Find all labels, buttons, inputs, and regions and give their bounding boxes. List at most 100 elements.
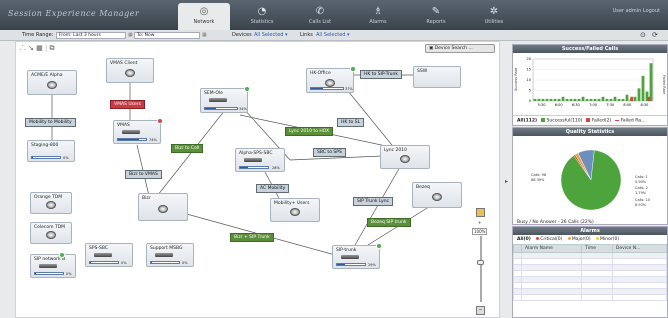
- device-node[interactable]: Celecom TDM: [30, 222, 72, 244]
- x-tick-label: 5:30: [538, 103, 546, 107]
- device-label: Staging-800: [31, 143, 59, 148]
- y2-axis-label: Failed Rate: [662, 75, 666, 94]
- load-bar: [31, 156, 61, 159]
- device-label: VMAS Client: [110, 61, 138, 66]
- link-label[interactable]: HK to SL: [337, 118, 365, 127]
- device-icon: [432, 193, 442, 201]
- bar-failed: [647, 96, 651, 101]
- pie-label: 1.79%: [635, 191, 647, 195]
- device-node[interactable]: SIP-trunk 29%: [332, 243, 382, 269]
- pie-label: 88.39%: [531, 178, 545, 182]
- status-badge: [244, 86, 250, 92]
- device-icon: [400, 155, 410, 163]
- alarm-filter-all[interactable]: All(0): [517, 237, 531, 242]
- link-label[interactable]: VMAS Users: [110, 100, 145, 109]
- device-label: Celecom TDM: [34, 225, 66, 230]
- column-header[interactable]: Alarm Name: [521, 244, 582, 253]
- device-node[interactable]: HK-Office 37%: [306, 66, 356, 93]
- link-label[interactable]: Bizr + SIP Trunk: [230, 233, 274, 242]
- zoom-fit-icon[interactable]: [476, 208, 485, 217]
- switch-icon: [155, 253, 173, 257]
- load-pct: 37%: [345, 87, 353, 91]
- device-label: SPS-SBC: [89, 246, 109, 251]
- switch-icon: [39, 264, 57, 268]
- device-node[interactable]: Support MSBG 0%: [146, 243, 194, 267]
- device-node[interactable]: Staging-800 0%: [27, 140, 75, 162]
- link-label[interactable]: Bezeq SIP trunk: [367, 218, 411, 227]
- device-node[interactable]: Orange TDM: [30, 192, 72, 214]
- link-label[interactable]: Bizr to VMAS: [125, 170, 162, 179]
- pie-label: Calls: 1: [635, 175, 648, 179]
- table-row: [513, 294, 668, 301]
- device-label: Alpha-SPS-SBC: [239, 151, 273, 156]
- link-label[interactable]: Mobility to Mobility: [25, 118, 76, 127]
- zoom-level: 100%: [472, 228, 488, 235]
- zoom-slider-handle[interactable]: [477, 260, 484, 265]
- major-dot: [567, 237, 571, 240]
- device-node[interactable]: VMAS 74%: [113, 118, 163, 144]
- device-label: SIP-trunk: [336, 248, 357, 253]
- zoom-slider-track[interactable]: [480, 236, 482, 302]
- load-pct: 34%: [239, 107, 247, 111]
- link-label[interactable]: SBC to SPS: [313, 148, 346, 157]
- device-node[interactable]: VMAS Client: [106, 58, 154, 83]
- load-bar: [150, 261, 180, 264]
- success-failed-chart: Success Rate Failed Rate 0 5 10 15 20 5:30 6:0…: [514, 57, 666, 107]
- bar-successful: [565, 98, 569, 101]
- legend-success: Successful(110): [546, 118, 583, 124]
- alarm-filter-major[interactable]: Major(0): [572, 237, 591, 242]
- legend-swatch: [614, 119, 619, 121]
- quality-pie-chart: Calls: 98 88.39% Calls: 1 0.90% Calls: 2…: [531, 149, 650, 211]
- device-icon: [125, 68, 135, 77]
- device-label: Support MSBG: [150, 246, 183, 251]
- device-node[interactable]: SEM-Ole 34%: [200, 86, 250, 113]
- switch-icon: [94, 253, 112, 257]
- y-tick-label: 0: [529, 99, 531, 103]
- legend-rate: Failed Ra...: [620, 118, 646, 124]
- zoom-control: + 100% −: [472, 208, 488, 316]
- link-label[interactable]: AC Mobility: [256, 184, 290, 193]
- link-label[interactable]: HK to SIP-Trunk: [360, 70, 402, 79]
- load-bar: [34, 272, 64, 275]
- column-header[interactable]: Time: [581, 244, 613, 253]
- zoom-out-icon[interactable]: −: [476, 306, 485, 315]
- device-node[interactable]: SSW: [413, 66, 461, 88]
- column-header[interactable]: Device N...: [611, 244, 668, 253]
- alarm-filter-critical[interactable]: Critical(0): [540, 237, 562, 242]
- pie-label: Calls: 2: [635, 186, 648, 190]
- device-node[interactable]: Mobility+ Users: [270, 198, 320, 222]
- collapse-panel-icon[interactable]: ▸: [505, 178, 508, 185]
- bar-successful: [621, 98, 625, 101]
- link-label[interactable]: Bizr to Cell: [171, 144, 204, 153]
- legend-swatch: [585, 118, 590, 122]
- alarm-filter-minor[interactable]: Minor(0): [600, 237, 619, 242]
- device-label: SEM-Ole: [204, 91, 223, 96]
- device-node[interactable]: Alpha-SPS-SBC 28%: [235, 148, 285, 172]
- device-label: Bizr: [142, 196, 151, 201]
- column-header: [513, 244, 522, 253]
- y-tick-label: 15: [527, 68, 531, 72]
- device-node[interactable]: ACME/E Alpha: [27, 70, 77, 95]
- y-tick-label: 5: [529, 89, 531, 93]
- device-node[interactable]: SIP network B 0%: [30, 252, 76, 278]
- zoom-in-icon[interactable]: +: [478, 220, 481, 225]
- table-header: Alarm Name Time Device N...: [513, 244, 668, 253]
- legend-failed: Failed(2): [591, 118, 612, 124]
- panel-title: Success/Failed Calls: [513, 45, 667, 53]
- bar-successful: [589, 98, 593, 101]
- status-badge: [350, 66, 356, 72]
- device-node[interactable]: Bezeq: [412, 182, 462, 208]
- load-bar: [336, 263, 366, 266]
- link-label[interactable]: SIP Trunk Lync: [353, 197, 394, 206]
- device-node[interactable]: Bizr: [138, 193, 188, 221]
- x-tick-label: 7:00: [589, 103, 597, 107]
- device-label: Lync 2010: [384, 148, 407, 153]
- bar-successful: [609, 98, 613, 101]
- load-bar: [239, 166, 269, 169]
- device-node[interactable]: Lync 2010: [380, 145, 430, 169]
- switch-icon: [341, 255, 359, 259]
- link-label[interactable]: Lync 2010 to HOX: [285, 127, 334, 136]
- x-tick-label: 6:30: [572, 103, 580, 107]
- bar-successful: [561, 96, 565, 101]
- device-node[interactable]: SPS-SBC 0%: [85, 243, 133, 267]
